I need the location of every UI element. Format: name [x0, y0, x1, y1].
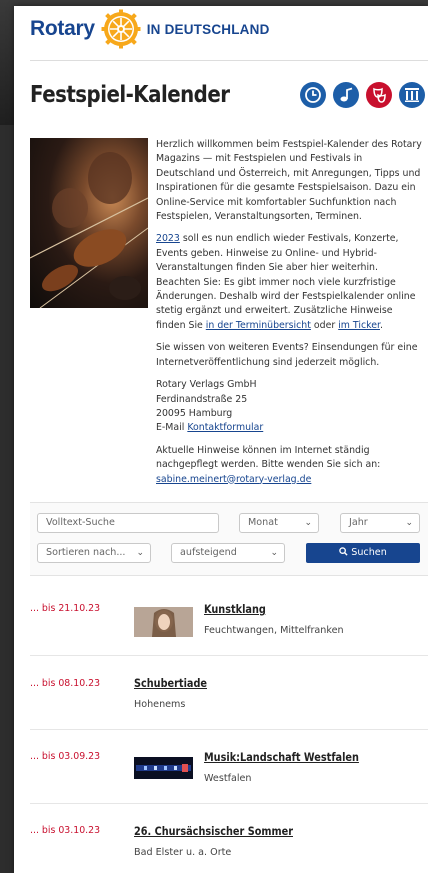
theatre-masks-icon[interactable] — [366, 82, 392, 108]
event-location: Hohenems — [134, 699, 186, 710]
address-line: Rotary Verlags GmbH — [156, 379, 257, 391]
contact-form-link[interactable]: Kontaktformular — [187, 422, 263, 433]
content-sheet: Rotary IN DEUTSCHLAND Festspiel-Kalender… — [14, 6, 428, 873]
ticker-link[interactable]: im Ticker — [338, 320, 380, 331]
month-select[interactable]: Monat ⌄ — [239, 513, 319, 533]
terminuebersicht-link[interactable]: in der Terminübersicht — [206, 320, 311, 331]
music-note-icon[interactable] — [333, 82, 359, 108]
order-select-value: aufsteigend — [180, 547, 237, 558]
event-title[interactable]: 26. Chursächsischer Sommer — [134, 825, 293, 838]
month-select-value: Monat — [248, 517, 278, 528]
event-date: ... bis 08.10.23 — [30, 678, 101, 689]
intro-paragraph: Herzlich willkommen beim Festspiel-Kalen… — [156, 139, 422, 223]
address-line: Ferdinandstraße 25 — [156, 393, 248, 405]
rotary-logo[interactable]: Rotary IN DEUTSCHLAND — [30, 6, 270, 52]
clock-icon[interactable] — [300, 82, 326, 108]
logo-wordmark: Rotary — [30, 17, 95, 40]
category-icons — [300, 82, 425, 108]
address-line: 20095 Hamburg — [156, 407, 233, 419]
chevron-down-icon: ⌄ — [136, 548, 144, 558]
chevron-down-icon: ⌄ — [304, 518, 312, 528]
logo-subtitle: IN DEUTSCHLAND — [146, 21, 270, 37]
page-title: Festspiel-Kalender — [30, 82, 230, 108]
chevron-down-icon: ⌄ — [405, 518, 413, 528]
event-row[interactable]: ... bis 21.10.23 Kunstklang Feuchtwangen… — [30, 581, 428, 656]
sort-select-value: Sortieren nach... — [46, 547, 126, 558]
email-link[interactable]: sabine.meinert@rotary-verlag.de — [156, 474, 311, 485]
chevron-down-icon: ⌄ — [270, 548, 278, 558]
event-row[interactable]: ... bis 03.10.23 26. Chursächsischer Som… — [30, 803, 428, 873]
event-row[interactable]: ... bis 03.09.23 Musik:Landschaft Westfa… — [30, 729, 428, 804]
event-thumbnail[interactable] — [134, 757, 193, 779]
year-select[interactable]: Jahr ⌄ — [340, 513, 420, 533]
event-date: ... bis 21.10.23 — [30, 603, 101, 614]
event-location: Bad Elster u. a. Orte — [134, 847, 232, 858]
event-date: ... bis 03.09.23 — [30, 751, 101, 762]
search-input[interactable]: Volltext-Suche — [37, 513, 219, 533]
intro-text-span: . — [379, 319, 383, 331]
intro-paragraph-3: Sie wissen von weiteren Events? Einsendu… — [156, 342, 418, 368]
event-row[interactable]: ... bis 08.10.23 Schubertiade Hohenems — [30, 655, 428, 730]
event-date: ... bis 03.10.23 — [30, 825, 101, 836]
year-link[interactable]: 2023 — [156, 233, 180, 244]
rotary-wheel-icon — [101, 9, 141, 49]
columns-icon[interactable] — [399, 82, 425, 108]
filter-panel: Volltext-Suche Monat ⌄ Jahr ⌄ Sortieren na… — [30, 502, 428, 576]
order-select[interactable]: aufsteigend ⌄ — [171, 543, 285, 563]
intro-text-span: oder — [310, 319, 339, 331]
search-button[interactable]: Suchen — [306, 543, 420, 563]
intro-text-span: soll es nun endlich wieder Festivals, Ko… — [156, 233, 416, 331]
intro-paragraph-5: Aktuelle Hinweise können im Internet stä… — [156, 444, 424, 487]
intro-paragraph-2: 2023 soll es nun endlich wieder Festival… — [156, 232, 424, 333]
search-icon — [339, 547, 348, 556]
intro-text-span: Aktuelle Hinweise können im Internet stä… — [156, 444, 381, 471]
address-block: Rotary Verlags GmbH Ferdinandstraße 25 2… — [156, 378, 424, 436]
event-title[interactable]: Kunstklang — [204, 603, 266, 616]
search-button-label: Suchen — [351, 547, 387, 558]
event-title[interactable]: Schubertiade — [134, 677, 207, 690]
email-label: E-Mail — [156, 422, 188, 434]
orchestra-photo — [30, 138, 148, 308]
intro-text: Herzlich willkommen beim Festspiel-Kalen… — [156, 138, 424, 495]
event-title[interactable]: Musik:Landschaft Westfalen — [204, 751, 359, 764]
event-location: Feuchtwangen, Mittelfranken — [204, 625, 344, 636]
header-divider — [30, 60, 428, 61]
sort-select[interactable]: Sortieren nach... ⌄ — [37, 543, 151, 563]
event-thumbnail[interactable] — [134, 607, 193, 637]
year-select-value: Jahr — [349, 517, 368, 528]
event-location: Westfalen — [204, 773, 252, 784]
